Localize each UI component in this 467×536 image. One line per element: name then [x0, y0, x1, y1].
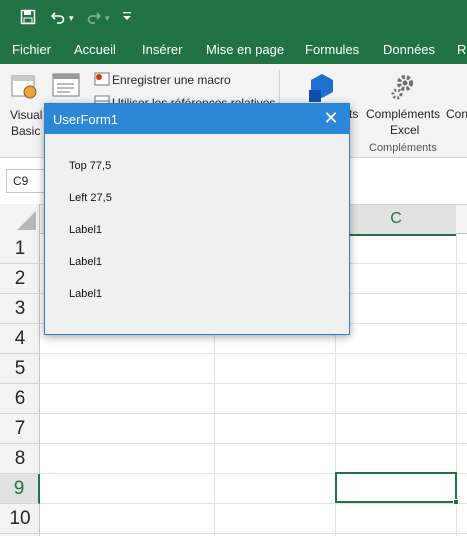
- close-icon[interactable]: ✕: [321, 108, 341, 128]
- userform-dialog: UserForm1 ✕ Top 77,5 Left 27,5 Label1 La…: [44, 103, 350, 335]
- tab-mise-en-page[interactable]: Mise en page: [206, 42, 284, 57]
- com-addins-label-partial[interactable]: Con: [446, 107, 467, 121]
- row-header[interactable]: 10: [0, 504, 40, 534]
- form-label: Label1: [69, 224, 103, 236]
- row-header[interactable]: 7: [0, 414, 40, 444]
- tab-formules[interactable]: Formules: [305, 42, 359, 57]
- row-header[interactable]: 3: [0, 294, 40, 324]
- tab-donnees[interactable]: Données: [383, 42, 435, 57]
- excel-addins-button[interactable]: Compléments Excel: [364, 70, 444, 140]
- dialog-title: UserForm1: [53, 112, 119, 127]
- row-header-selected[interactable]: 9: [0, 474, 40, 504]
- redo-icon: [86, 9, 102, 28]
- row-header[interactable]: 2: [0, 264, 40, 294]
- selected-cell-c9[interactable]: [335, 472, 457, 503]
- form-label: Label1: [69, 288, 103, 300]
- row-header-column: 1 2 3 4 5 6 7 8 9 10: [0, 234, 40, 536]
- macros-icon[interactable]: [52, 72, 82, 103]
- customize-qat-icon[interactable]: [122, 10, 132, 27]
- ribbon-tabs: Fichier Accueil Insérer Mise en page For…: [0, 34, 467, 64]
- row-header[interactable]: 1: [0, 234, 40, 264]
- undo-dropdown-icon[interactable]: ▾: [69, 11, 74, 26]
- save-icon[interactable]: [20, 9, 36, 28]
- visual-basic-icon: [10, 72, 40, 105]
- form-label-left: Left 27,5: [69, 192, 112, 204]
- visual-basic-button[interactable]: Visual Basic: [6, 70, 46, 146]
- quick-access-toolbar: ▾ ▾: [0, 0, 467, 34]
- addins-label-partial: ts: [349, 107, 359, 121]
- record-macro-button[interactable]: Enregistrer une macro: [112, 73, 231, 87]
- visual-basic-label-1: Visual: [10, 108, 43, 122]
- tab-accueil[interactable]: Accueil: [74, 42, 116, 57]
- row-header[interactable]: 6: [0, 384, 40, 414]
- dialog-title-bar[interactable]: UserForm1 ✕: [45, 104, 349, 134]
- gear-icon: [388, 72, 418, 105]
- form-label: Label1: [69, 256, 103, 268]
- group-label-complements: Compléments: [369, 142, 437, 154]
- addins-icon[interactable]: [307, 72, 337, 107]
- excel-addins-label-1: Compléments: [366, 107, 441, 121]
- tab-inserer[interactable]: Insérer: [142, 42, 182, 57]
- select-all-corner[interactable]: [0, 204, 40, 234]
- column-header-c[interactable]: C: [336, 205, 456, 236]
- form-label-top: Top 77,5: [69, 160, 112, 172]
- excel-addins-label-2: Excel: [390, 123, 420, 137]
- row-header[interactable]: 5: [0, 354, 40, 384]
- tab-fichier[interactable]: Fichier: [12, 42, 51, 57]
- row-header[interactable]: 8: [0, 444, 40, 474]
- redo-dropdown-icon: ▾: [105, 13, 110, 23]
- fill-handle[interactable]: [453, 499, 459, 505]
- record-macro-icon: [94, 72, 110, 89]
- tab-revision-partial[interactable]: Ré: [457, 42, 467, 57]
- undo-icon[interactable]: [50, 9, 66, 28]
- row-header[interactable]: 4: [0, 324, 40, 354]
- visual-basic-label-2: Basic: [11, 124, 41, 138]
